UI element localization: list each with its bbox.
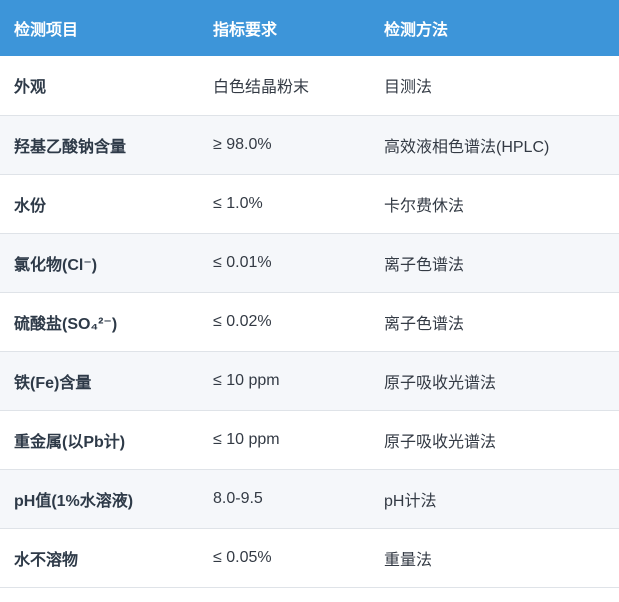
table-row: pH值(1%水溶液) 8.0-9.5 pH计法 [0,469,619,528]
row-item: 硫酸盐(SO₄²⁻) [14,315,118,333]
header-test-item: 检测项目 [14,22,79,39]
table-body: 外观 白色结晶粉末 目测法 羟基乙酸钠含量 ≥ 98.0% 高效液相色谱法(HP… [0,56,619,587]
row-spec: ≤ 0.05% [213,548,272,566]
table-row: 氯化物(Cl⁻) ≤ 0.01% 离子色谱法 [0,233,619,292]
row-spec: ≤ 0.02% [213,312,272,330]
header-requirement: 指标要求 [213,22,278,39]
table-row: 水不溶物 ≤ 0.05% 重量法 [0,528,619,587]
table-header: 检测项目 指标要求 检测方法 [0,0,619,56]
table-row: 外观 白色结晶粉末 目测法 [0,56,619,115]
row-method: 高效液相色谱法(HPLC) [384,138,550,156]
row-method: 离子色谱法 [384,315,465,333]
table-row: 羟基乙酸钠含量 ≥ 98.0% 高效液相色谱法(HPLC) [0,115,619,174]
row-spec: ≤ 10 ppm [213,430,280,448]
table-row: 水份 ≤ 1.0% 卡尔费休法 [0,174,619,233]
row-item: 羟基乙酸钠含量 [14,138,127,156]
header-row: 检测项目 指标要求 检测方法 [0,0,619,56]
row-item: 外观 [14,79,47,97]
row-spec: 8.0-9.5 [213,489,263,507]
row-spec: ≤ 10 ppm [213,371,280,389]
row-item: 重金属(以Pb计) [14,433,126,451]
row-method: 目测法 [384,79,433,97]
table-row: 铁(Fe)含量 ≤ 10 ppm 原子吸收光谱法 [0,351,619,410]
row-method: 离子色谱法 [384,256,465,274]
row-spec: ≤ 1.0% [213,194,263,212]
row-method: 原子吸收光谱法 [384,374,497,392]
row-spec: ≤ 0.01% [213,253,272,271]
row-method: pH计法 [384,492,437,510]
table-row: 硫酸盐(SO₄²⁻) ≤ 0.02% 离子色谱法 [0,292,619,351]
row-method: 重量法 [384,551,433,569]
header-test-method: 检测方法 [384,22,449,39]
spec-table: 检测项目 指标要求 检测方法 外观 白色结晶粉末 目测法 羟基乙酸钠含量 ≥ 9… [0,0,619,588]
row-item: pH值(1%水溶液) [14,492,134,510]
row-spec: ≥ 98.0% [213,135,272,153]
row-spec: 白色结晶粉末 [213,79,310,97]
row-item: 水份 [14,197,47,215]
table-row: 重金属(以Pb计) ≤ 10 ppm 原子吸收光谱法 [0,410,619,469]
row-method: 卡尔费休法 [384,197,465,215]
row-item: 铁(Fe)含量 [14,374,92,392]
row-item: 氯化物(Cl⁻) [14,256,98,274]
row-item: 水不溶物 [14,551,79,569]
row-method: 原子吸收光谱法 [384,433,497,451]
